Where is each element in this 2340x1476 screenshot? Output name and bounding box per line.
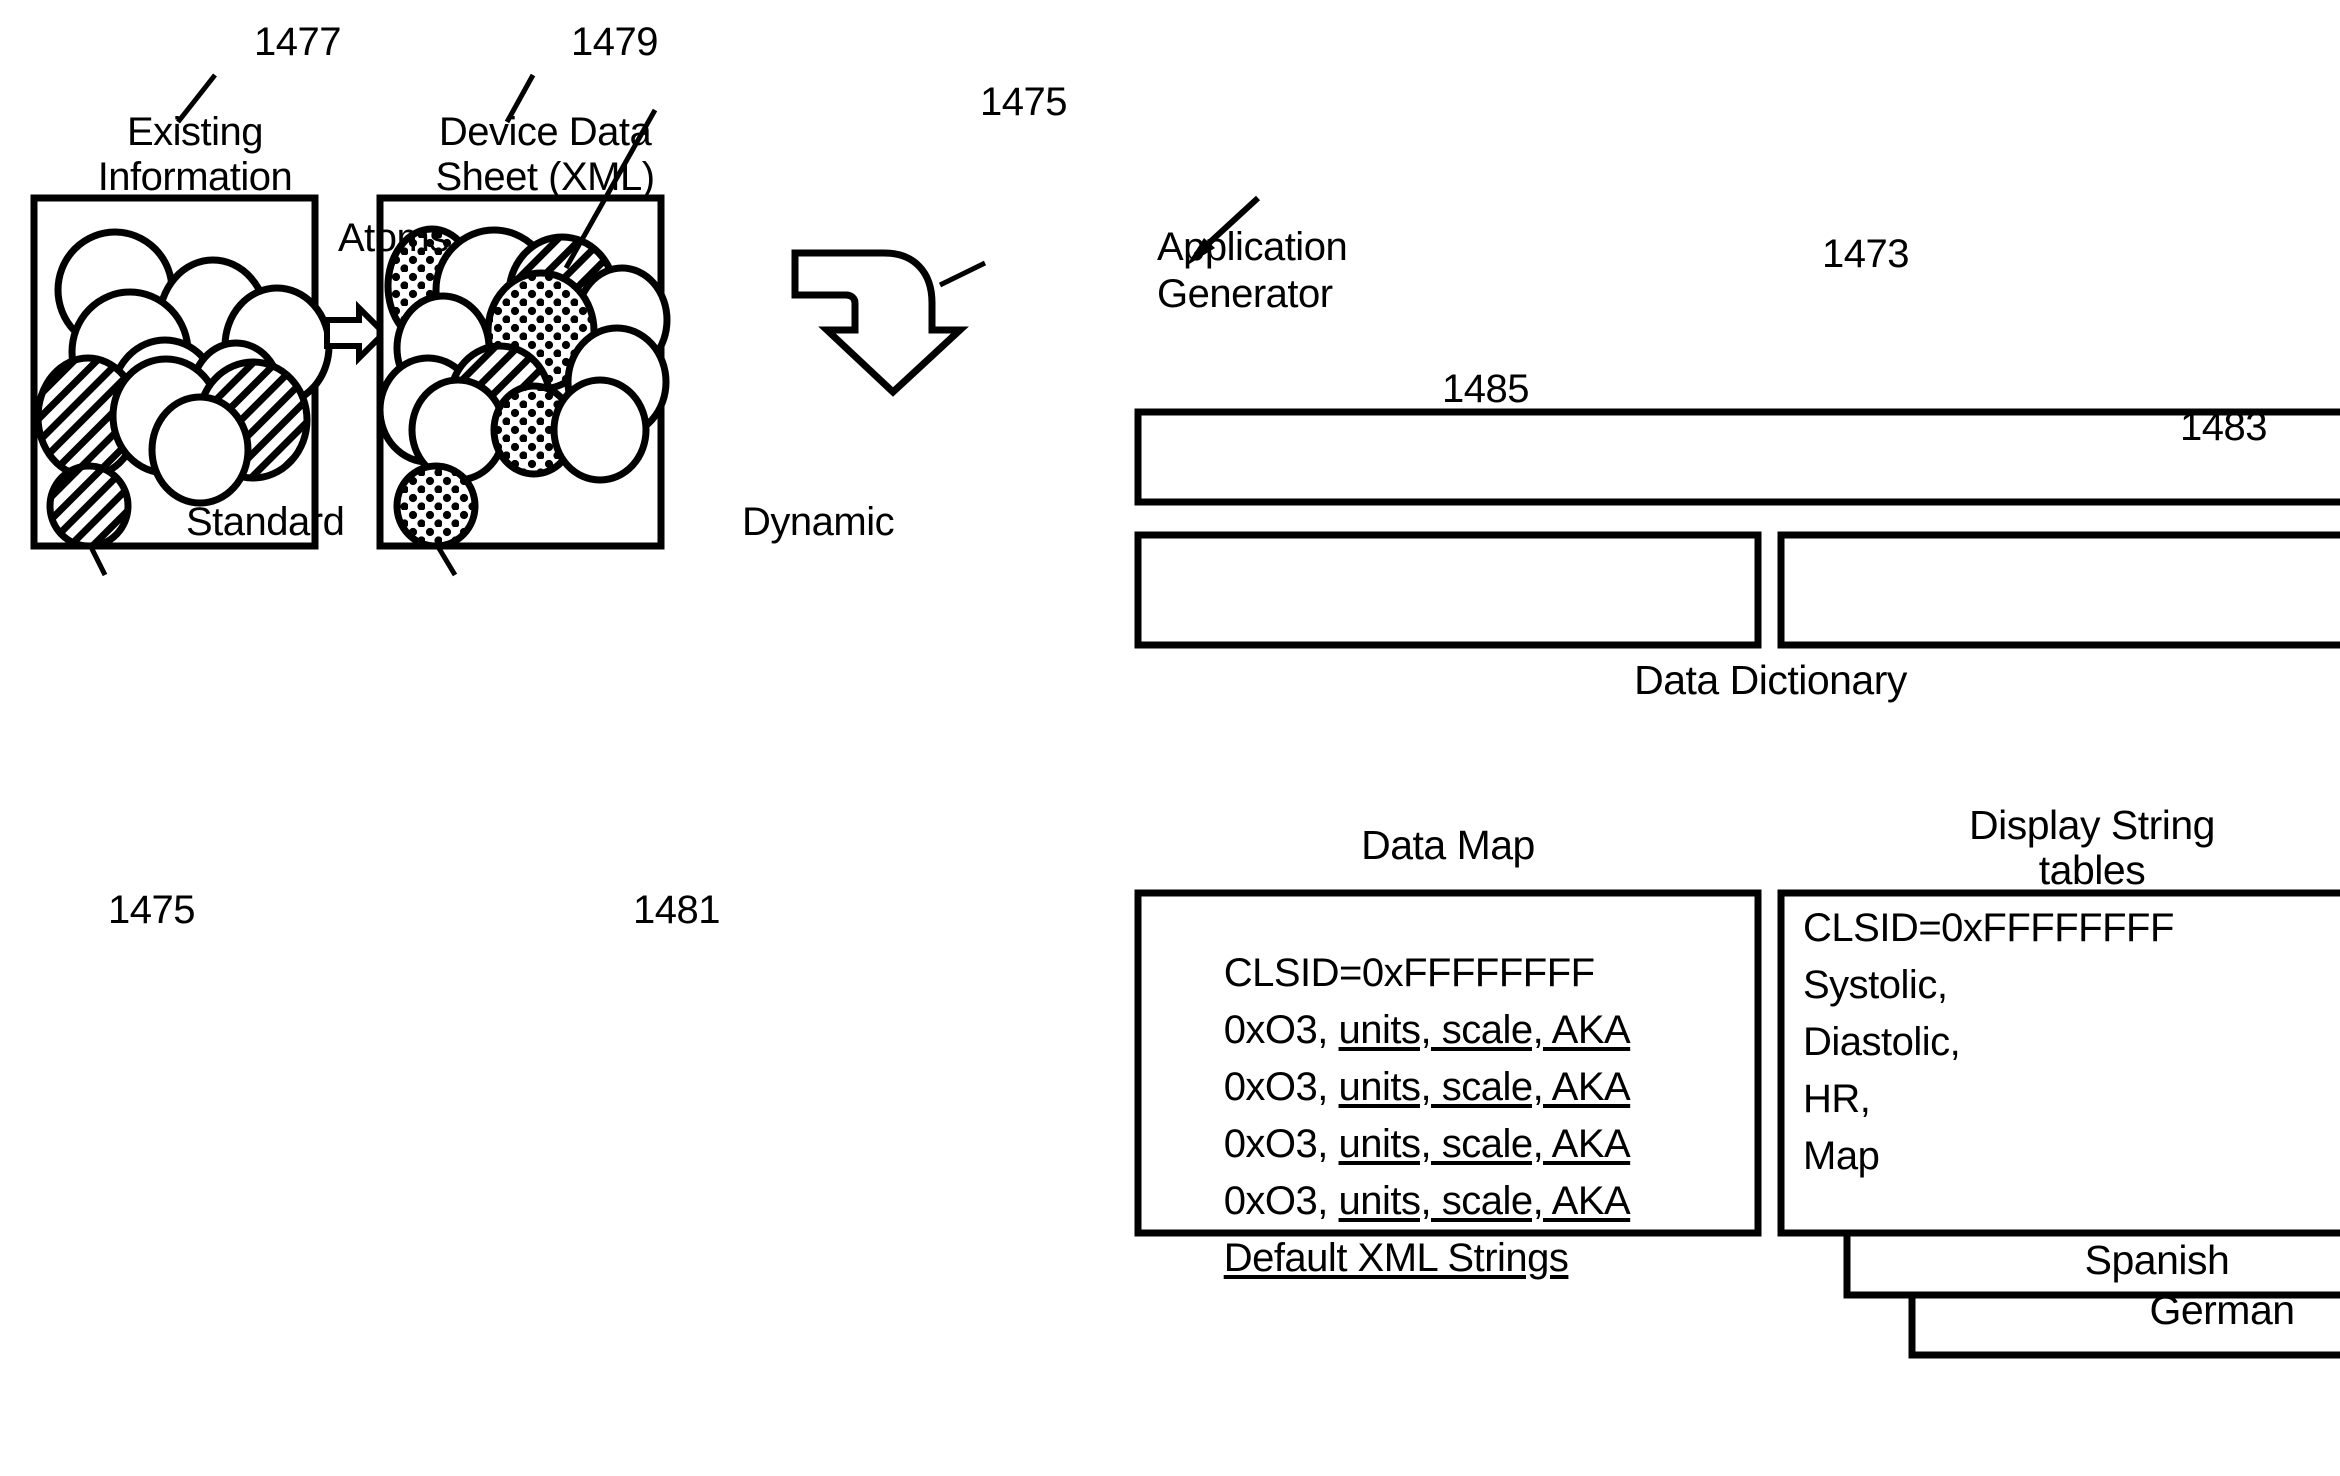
existing-information-caption-line2: Information (97, 155, 293, 199)
language-card-label-german: German (2149, 1287, 2295, 1333)
data-dictionary-title: Data Dictionary (1634, 657, 1907, 703)
data-map-box (1134, 531, 1762, 649)
ref-1483: 1483 (2180, 405, 2267, 449)
device-data-sheet-caption-line1: Device Data (438, 110, 652, 154)
atoms-label: Atoms (338, 216, 449, 260)
ref-1477: 1477 (254, 20, 341, 64)
atom-plain (550, 376, 650, 484)
legend-swatch-dynamic (393, 462, 479, 550)
standard-legend-label: Standard (186, 500, 345, 544)
display-string-line: Map (1803, 1134, 1880, 1178)
device-data-sheet-caption-line2: Sheet (XML) (435, 155, 655, 199)
ref-1485: 1485 (1442, 367, 1529, 411)
ref-1479: 1479 (571, 20, 658, 64)
data-map-title: Data Map (1361, 822, 1535, 868)
language-card-label-spanish: Spanish (2084, 1237, 2230, 1283)
legend-swatch-standard (46, 462, 132, 550)
existing-information-caption-line1: Existing (126, 110, 264, 154)
data-map-line: 0xO3, units, scale, AKA (1160, 1134, 1740, 1223)
display-string-line: HR, (1803, 1077, 1871, 1121)
application-generator-label-line2: Generator (1157, 272, 1333, 316)
ref-1475-top: 1475 (980, 80, 1067, 124)
display-string-line: CLSID=0xFFFFFFFF (1803, 906, 2174, 950)
display-string-tables-title-line1: Display String (1969, 802, 2215, 848)
data-map-line: CLSID=0xFFFFFFFF (1160, 906, 1740, 995)
data-dictionary-box (1134, 408, 2340, 506)
display-string-content-list: CLSID=0xFFFFFFFF Systolic, Diastolic, HR… (1803, 906, 2340, 1191)
data-map-line: 0xO3, units, scale, AKA (1160, 963, 1740, 1052)
application-generator-arrow (791, 249, 969, 397)
device-data-sheet-atoms (376, 225, 671, 484)
atom-plain (148, 393, 252, 507)
dynamic-legend-label: Dynamic (742, 500, 895, 544)
display-string-line: Diastolic, (1803, 1020, 1961, 1064)
figure-canvas: 1477 1479 1475 1475 1481 1473 1483 1485 … (0, 0, 2340, 1476)
data-map-content-list: CLSID=0xFFFFFFFF 0xO3, units, scale, AKA… (1160, 906, 1740, 1280)
data-map-line-underlined: Default XML Strings (1223, 1235, 1569, 1280)
display-string-tables-title-line2: tables (2038, 847, 2146, 893)
display-string-line: Systolic, (1803, 963, 1948, 1007)
data-map-line: Default XML Strings (1160, 1191, 1740, 1280)
application-generator-label-line1: Application (1157, 225, 1348, 269)
ref-1473: 1473 (1822, 232, 1909, 276)
ref-1475-bottom: 1475 (108, 888, 195, 932)
display-string-tables-box (1777, 531, 2340, 649)
data-map-line: 0xO3, units, scale, AKA (1160, 1020, 1740, 1109)
ref-1481: 1481 (633, 888, 720, 932)
data-map-line: 0xO3, units, scale, AKA (1160, 1077, 1740, 1166)
leader-1485 (938, 260, 987, 288)
transform-arrow (324, 300, 389, 366)
